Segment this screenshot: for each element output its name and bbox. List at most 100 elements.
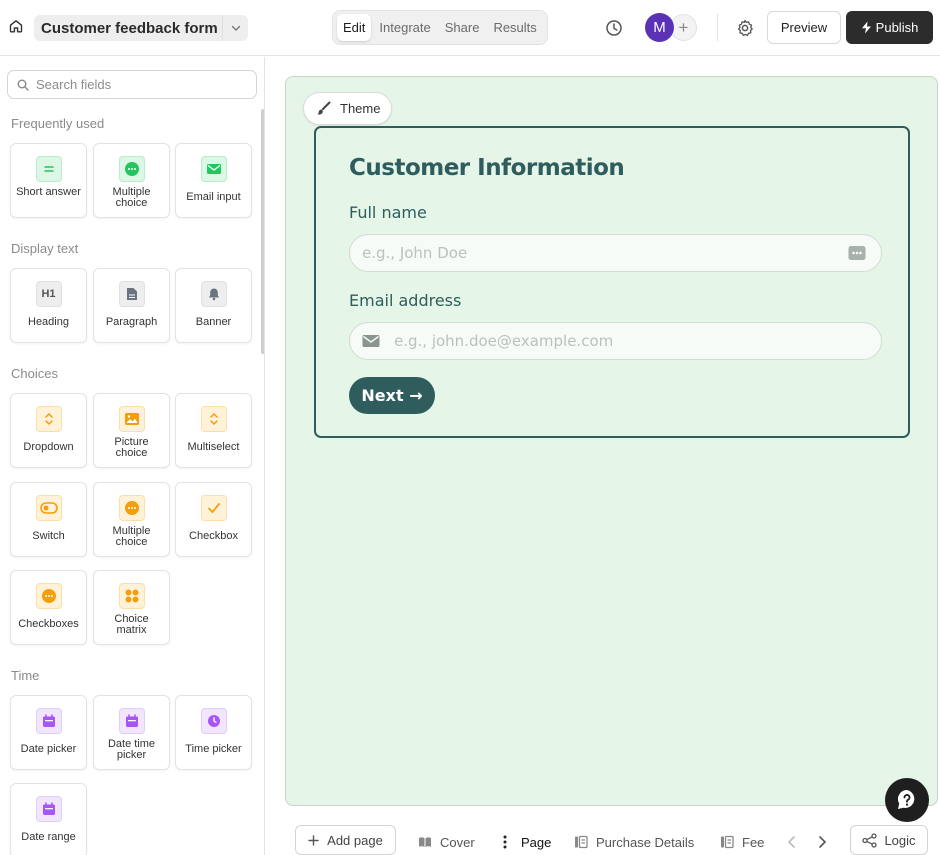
form-heading: Customer Information — [349, 155, 625, 181]
page-tab-page[interactable]: Page — [502, 833, 551, 851]
theme-button[interactable]: Theme — [303, 92, 392, 125]
email-address-input[interactable] — [394, 332, 854, 350]
form-title[interactable]: Customer feedback form — [34, 20, 218, 37]
picture-icon — [118, 406, 145, 432]
tab-integrate[interactable]: Integrate — [373, 14, 436, 41]
field-date-time-picker[interactable]: Date time picker — [93, 695, 170, 770]
page-tab-purchase-details[interactable]: Purchase Details — [574, 833, 694, 851]
calendar-icon — [35, 796, 62, 822]
share-nodes-icon — [862, 832, 878, 848]
multiple-choice-icon — [118, 156, 145, 182]
matrix-icon — [118, 583, 145, 609]
preview-button[interactable]: Preview — [767, 11, 841, 44]
field-label: Multiple choice — [112, 525, 151, 548]
avatar[interactable]: M — [645, 13, 674, 42]
book-icon — [418, 836, 432, 848]
field-label: Checkbox — [189, 530, 238, 542]
calendar-icon — [118, 708, 145, 734]
logic-label: Logic — [884, 832, 916, 848]
full-name-field[interactable] — [349, 234, 882, 272]
field-heading[interactable]: H1 Heading — [10, 268, 87, 343]
email-icon — [200, 156, 227, 182]
add-page-button[interactable]: Add page — [295, 825, 396, 855]
field-label: Short answer — [16, 186, 81, 198]
theme-label: Theme — [340, 101, 381, 116]
field-email-input[interactable]: Email input — [175, 143, 252, 218]
dropdown-icon — [35, 406, 62, 432]
field-banner[interactable]: Banner — [175, 268, 252, 343]
field-choice-matrix[interactable]: Choice matrix — [93, 570, 170, 645]
field-label: Switch — [32, 530, 65, 542]
page-tab-label: Fee — [742, 834, 765, 850]
clock-icon — [200, 708, 227, 734]
tab-edit[interactable]: Edit — [337, 14, 372, 41]
form-title-selector[interactable]: Customer feedback form — [34, 15, 248, 41]
mode-tabs: Edit Integrate Share Results — [332, 10, 548, 45]
page-tab-cover[interactable]: Cover — [418, 833, 475, 851]
field-checkboxes[interactable]: Checkboxes — [10, 570, 87, 645]
divider — [717, 14, 718, 41]
email-address-field[interactable] — [349, 322, 882, 360]
section-title: Time — [11, 668, 40, 683]
multiple-choice-icon — [118, 495, 145, 521]
chevron-right-icon[interactable] — [814, 834, 830, 850]
form-page-icon — [574, 835, 588, 849]
help-chat-icon — [895, 788, 919, 812]
field-date-range[interactable]: Date range — [10, 783, 87, 855]
field-paragraph[interactable]: Paragraph — [93, 268, 170, 343]
checkbox-icon — [200, 495, 227, 521]
top-bar: Customer feedback form Edit Integrate Sh… — [0, 0, 940, 56]
field-label: Time picker — [185, 743, 242, 755]
field-time-picker[interactable]: Time picker — [175, 695, 252, 770]
field-label: Checkboxes — [18, 618, 79, 630]
chevron-left-icon[interactable] — [784, 834, 800, 850]
gear-icon[interactable] — [735, 18, 755, 38]
short-answer-icon — [35, 156, 62, 182]
page-tab-fee[interactable]: Fee — [720, 833, 764, 851]
add-collaborator-button[interactable]: + — [670, 14, 697, 41]
field-short-answer[interactable]: Short answer — [10, 143, 87, 218]
form-page-icon — [720, 835, 734, 849]
field-checkbox[interactable]: Checkbox — [175, 482, 252, 557]
publish-button[interactable]: Publish — [846, 11, 933, 44]
checkboxes-icon — [35, 583, 62, 609]
field-label: Date picker — [20, 743, 77, 755]
chevron-down-icon[interactable] — [222, 15, 248, 41]
form-page-card[interactable]: Customer Information Full name Email add… — [314, 126, 910, 438]
search-input[interactable] — [36, 77, 236, 92]
field-label: Email input — [186, 191, 241, 203]
field-label: Date time picker — [107, 738, 156, 761]
lightning-icon — [861, 21, 872, 34]
multiselect-icon — [200, 406, 227, 432]
field-dropdown[interactable]: Dropdown — [10, 393, 87, 468]
search-icon — [17, 79, 29, 91]
tab-share[interactable]: Share — [439, 14, 486, 41]
mail-icon — [362, 334, 380, 348]
field-label: Multiselect — [187, 441, 240, 453]
tab-results[interactable]: Results — [487, 14, 542, 41]
add-page-label: Add page — [327, 832, 383, 848]
password-dots-icon — [848, 245, 866, 261]
search-field[interactable] — [7, 70, 257, 99]
field-picture-choice[interactable]: Picture choice — [93, 393, 170, 468]
page-tab-label: Page — [521, 834, 552, 850]
calendar-icon — [35, 708, 62, 734]
next-button[interactable]: Next → — [349, 377, 435, 414]
brush-icon — [316, 101, 331, 116]
field-multiple-choice[interactable]: Multiple choice — [93, 143, 170, 218]
field-label: Picture choice — [114, 436, 149, 459]
field-label: Choice matrix — [114, 613, 149, 636]
history-icon[interactable] — [604, 18, 624, 38]
field-date-picker[interactable]: Date picker — [10, 695, 87, 770]
full-name-input[interactable] — [362, 244, 822, 262]
more-vertical-icon[interactable] — [502, 835, 508, 849]
field-multiple-choice-2[interactable]: Multiple choice — [93, 482, 170, 557]
sidebar-scrollbar[interactable] — [261, 109, 264, 354]
logic-button[interactable]: Logic — [850, 825, 928, 855]
field-sidebar: Frequently used Short answer Multiple ch… — [0, 57, 265, 855]
publish-label: Publish — [875, 20, 919, 35]
field-multiselect[interactable]: Multiselect — [175, 393, 252, 468]
home-icon[interactable] — [8, 18, 26, 36]
help-button[interactable] — [885, 778, 929, 822]
field-switch[interactable]: Switch — [10, 482, 87, 557]
